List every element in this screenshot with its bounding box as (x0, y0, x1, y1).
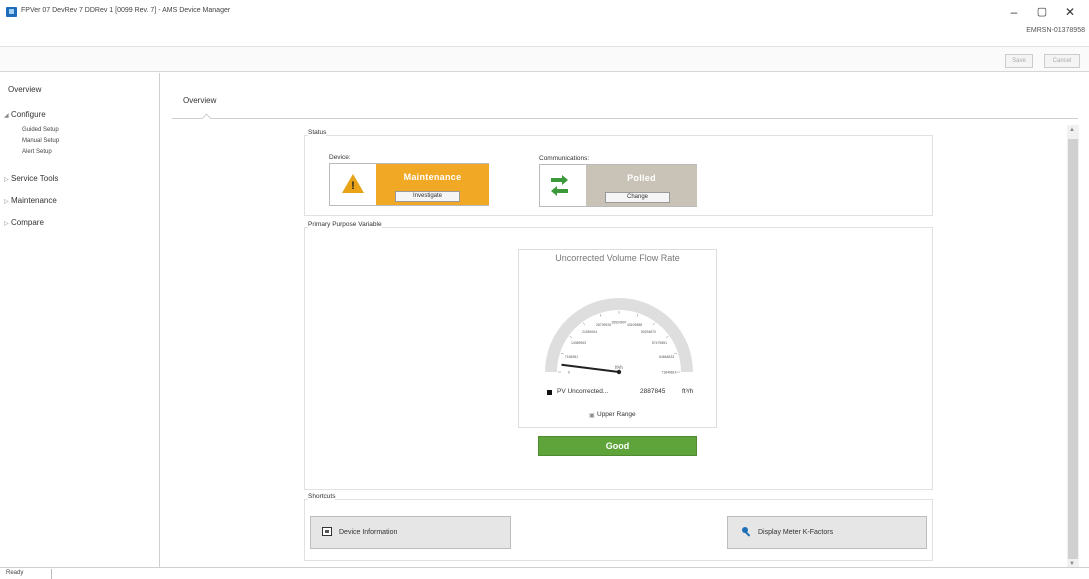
gauge-tick (582, 322, 586, 326)
display-meter-k-factors-button[interactable]: Display Meter K-Factors (727, 516, 927, 549)
device-information-label: Device Information (339, 529, 398, 536)
tab-indicator (201, 113, 212, 124)
upper-range-marker-icon: ▣ (589, 413, 595, 419)
toolbar: Save Cancel (0, 46, 1089, 72)
sidebar-item-configure[interactable]: ◢ Configure (4, 110, 46, 119)
expand-caret-icon[interactable]: ◢ (4, 112, 11, 119)
sidebar-item-maintenance[interactable]: ▷ Maintenance (4, 196, 57, 205)
gauge-tick-label: 7184981 (565, 355, 578, 359)
document-icon (322, 527, 332, 536)
comm-state-tile: Polled Change (586, 165, 697, 206)
gauge-tick (674, 352, 678, 355)
sidebar-item-alert-setup[interactable]: Alert Setup (22, 149, 52, 155)
status-group-label: Status (308, 129, 327, 136)
investigate-button[interactable]: Investigate (395, 191, 460, 202)
sidebar-item-label: Compare (11, 218, 44, 227)
gauge-tick-label: 71849814 (661, 371, 676, 375)
status-bar: Ready (0, 567, 1089, 579)
tab-divider (172, 118, 1078, 119)
gauge-title: Uncorrected Volume Flow Rate (555, 253, 680, 263)
status-bar-divider (51, 569, 52, 579)
gauge-tick-label: 21554944 (582, 330, 597, 334)
scroll-up-icon[interactable]: ▲ (1069, 127, 1075, 133)
device-id-label: EMRSN-01378958 (1026, 27, 1085, 34)
close-button[interactable]: ✕ (1058, 4, 1082, 20)
gauge-tick (636, 313, 639, 317)
app-icon (6, 7, 17, 17)
gauge-tick-label: 50294870 (641, 330, 656, 334)
device-status-panel: ! Maintenance Investigate (329, 163, 489, 206)
sidebar-item-label: Configure (11, 110, 46, 119)
upper-range-label: Upper Range (597, 411, 636, 418)
sidebar-item-manual-setup[interactable]: Manual Setup (22, 138, 59, 144)
gauge-needle (561, 363, 620, 373)
communications-status-panel: Polled Change (539, 164, 697, 207)
legend-unit: ft³/h (682, 388, 694, 395)
legend-value: 2887845 (640, 388, 666, 395)
device-label: Device: (329, 154, 351, 161)
expand-caret-icon[interactable]: ▷ (4, 176, 11, 183)
gauge-tick (599, 313, 602, 317)
gauge-panel: Uncorrected Volume Flow Rate 0 7184981 143… (518, 249, 717, 428)
device-information-button[interactable]: Device Information (310, 516, 511, 549)
shortcuts-group-label: Shortcuts (308, 493, 336, 500)
comm-state-text: Polled (627, 173, 656, 183)
warning-icon-mark: ! (351, 180, 355, 192)
gauge-tick-label: 57479851 (652, 341, 667, 345)
sidebar-item-overview[interactable]: Overview (8, 85, 41, 94)
sidebar-item-service-tools[interactable]: ▷ Service Tools (4, 174, 58, 183)
expand-caret-icon[interactable]: ▷ (4, 220, 11, 227)
save-button[interactable]: Save (1005, 54, 1033, 68)
sidebar-item-compare[interactable]: ▷ Compare (4, 218, 44, 227)
maximize-button[interactable]: ▢ (1030, 4, 1054, 20)
ppv-group-label: Primary Purpose Variable (308, 221, 382, 228)
gauge-tick (560, 352, 564, 355)
gauge-tick-label: 64664833 (659, 355, 674, 359)
comm-icon-cell (540, 165, 586, 206)
change-button[interactable]: Change (605, 192, 670, 203)
gauge-tick-label: 43109888 (627, 323, 642, 327)
gauge-pivot (616, 369, 622, 375)
device-state-tile: Maintenance Investigate (376, 164, 489, 205)
cancel-button[interactable]: Cancel (1044, 54, 1080, 68)
legend-swatch (547, 390, 552, 395)
legend-name: PV Uncorrected... (557, 388, 609, 395)
communications-label: Communications: (539, 155, 590, 162)
status-bar-text: Ready (6, 570, 24, 576)
gauge-tick (652, 322, 656, 326)
gauge-unit: ft³/h (615, 365, 623, 370)
gauge-tick (569, 335, 573, 339)
scrollbar-thumb[interactable] (1068, 139, 1078, 559)
gauge-tick-label: 28739926 (596, 323, 611, 327)
expand-caret-icon[interactable]: ▷ (4, 198, 11, 205)
minimize-button[interactable]: – (1002, 4, 1026, 20)
device-icon-cell: ! (330, 164, 376, 205)
sidebar-item-label: Service Tools (11, 174, 59, 183)
tab-overview[interactable]: Overview (183, 96, 216, 105)
pv-quality-status: Good (538, 436, 697, 456)
sidebar-item-label: Maintenance (11, 196, 57, 205)
display-meter-k-factors-label: Display Meter K-Factors (758, 529, 834, 536)
comm-arrows-icon (551, 175, 568, 196)
gauge-arc (545, 298, 693, 372)
flow-rate-gauge: 0 7184981 14369963 21554944 2873992635924907… (545, 298, 693, 375)
gauge-tick-label: 14369963 (571, 341, 586, 345)
sidebar-item-guided-setup[interactable]: Guided Setup (22, 127, 59, 133)
sidebar: Overview ◢ Configure Guided Setup Manual … (0, 73, 160, 567)
device-state-text: Maintenance (403, 172, 462, 182)
window-title: FPVer 07 DevRev 7 DDRev 1 [0099 Rev. 7] … (21, 7, 231, 14)
gauge-tick (665, 335, 669, 339)
key-icon (742, 527, 751, 537)
gauge-tick-label: 0 (568, 371, 570, 375)
gauge-tick-label: 35924907 (611, 321, 626, 325)
title-bar: FPVer 07 DevRev 7 DDRev 1 [0099 Rev. 7] … (0, 0, 1089, 26)
